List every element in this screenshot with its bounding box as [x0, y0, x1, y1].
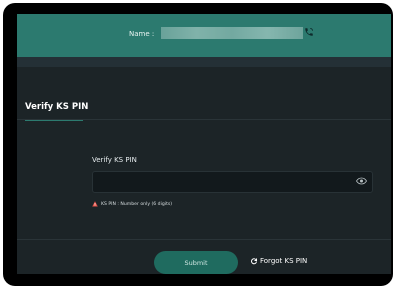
- device-frame: Name : Verify KS PIN Verify KS PIN KS PI…: [3, 3, 393, 286]
- warning-triangle-icon: [92, 201, 98, 207]
- app-header: Name :: [17, 14, 391, 57]
- section-title: Verify KS PIN: [25, 102, 89, 112]
- forgot-pin-label: Forgot KS PIN: [260, 257, 308, 265]
- refresh-icon: [251, 258, 257, 265]
- pin-field-label: Verify KS PIN: [92, 156, 137, 164]
- phone-icon[interactable]: [304, 27, 314, 37]
- eye-icon[interactable]: [356, 177, 367, 185]
- pin-hint: KS PIN : Number only (6 digits): [92, 201, 172, 207]
- submit-button[interactable]: Submit: [154, 251, 238, 274]
- name-label: Name :: [129, 30, 155, 38]
- pin-input[interactable]: [92, 171, 373, 193]
- footer-divider: [17, 239, 391, 240]
- header-subbar: [17, 57, 391, 67]
- name-value-redacted: [161, 27, 303, 39]
- active-tab-underline: [25, 120, 83, 121]
- app-screen: Name : Verify KS PIN Verify KS PIN KS PI…: [17, 14, 391, 274]
- forgot-pin-link[interactable]: Forgot KS PIN: [250, 257, 307, 265]
- pin-hint-text: KS PIN : Number only (6 digits): [101, 201, 173, 207]
